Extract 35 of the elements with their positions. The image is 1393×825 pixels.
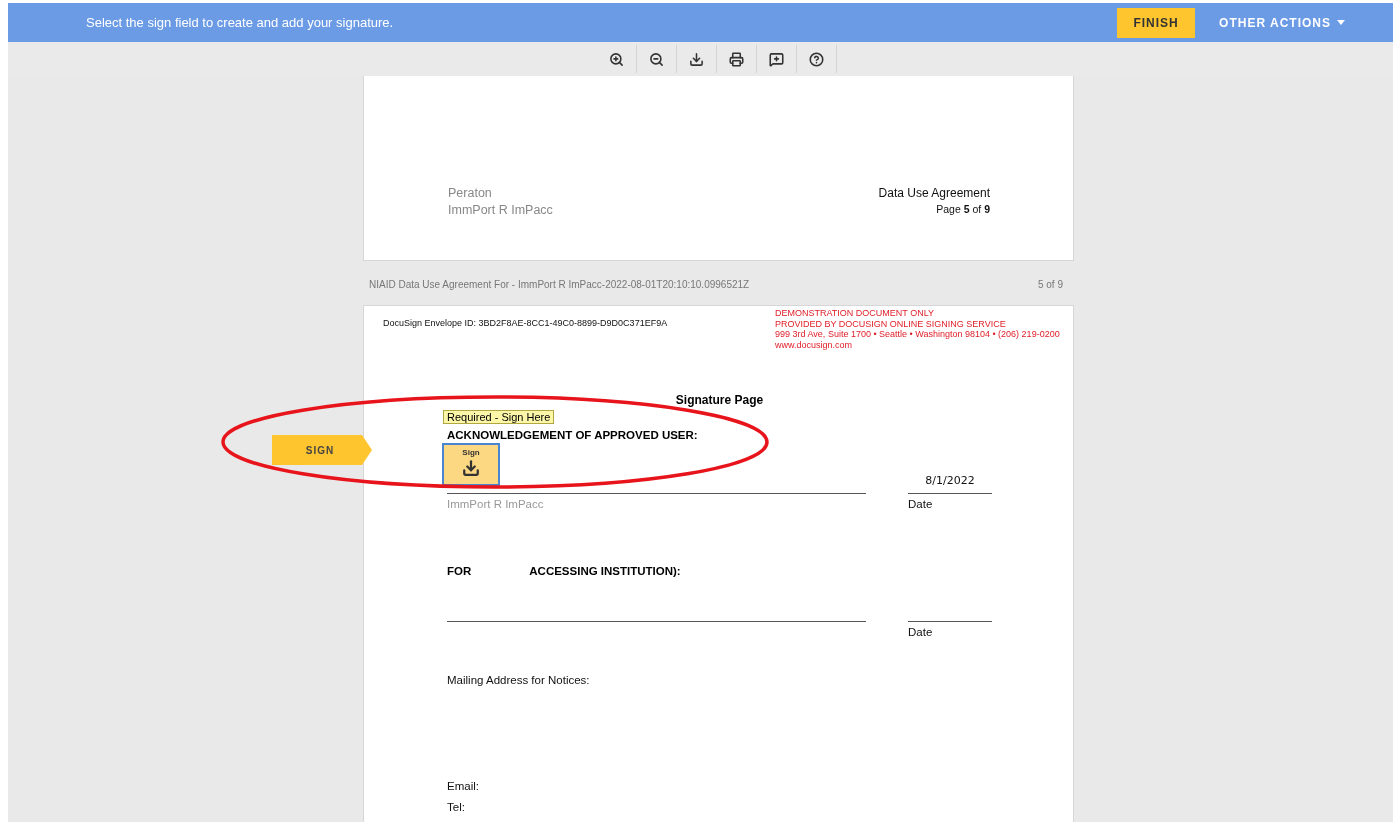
signer-name: ImmPort R ImPacc — [447, 498, 545, 510]
zoom-out-icon — [648, 51, 664, 67]
zoom-in-icon — [608, 51, 624, 67]
date-value: 8/1/2022 — [925, 474, 975, 487]
mailing-label: Mailing Address for Notices: — [447, 674, 591, 686]
finish-button[interactable]: FINISH — [1117, 7, 1196, 38]
email-label: Email: — [447, 780, 480, 792]
demo-notice: 999 3rd Ave, Suite 1700 • Seattle • Washington 98104 • (206) 219-0200 — [775, 329, 1061, 340]
comment-add-icon — [768, 51, 784, 67]
printer-icon — [728, 51, 744, 67]
demo-notice: PROVIDED BY DOCUSIGN ONLINE SIGNING SERVICE — [775, 318, 1007, 329]
tel-label: Tel: — [447, 801, 466, 813]
section-heading: ACCESSING INSTITUTION): — [529, 565, 681, 577]
envelope-id: DocuSign Envelope ID: 3BD2F8AE-8CC1-49C0-8899-D9D0C371EF9A — [383, 318, 668, 330]
download-icon — [688, 51, 704, 67]
sign-field[interactable]: Sign — [442, 443, 500, 486]
section-heading: ACKNOWLEDGEMENT OF APPROVED USER: — [447, 429, 698, 441]
footer-text: ImmPort R ImPacc — [448, 203, 553, 217]
page-title: Signature Page — [674, 393, 765, 407]
download-icon — [462, 459, 480, 477]
page-number: Page 5 of 9 — [935, 203, 990, 215]
page-count: 5 of 9 — [1037, 279, 1063, 292]
footer-text: Peraton — [448, 186, 493, 200]
date-label: Date — [908, 626, 934, 638]
caret-icon — [1337, 20, 1345, 25]
demo-notice: DEMONSTRATION DOCUMENT ONLY — [775, 308, 935, 319]
date-label: Date — [908, 498, 934, 510]
required-tooltip: Required - Sign Here — [443, 410, 555, 424]
instruction-text: Select the sign field to create and add your signature. — [86, 15, 395, 30]
help-icon — [808, 51, 824, 67]
section-heading: FOR — [447, 565, 472, 577]
footer-title: Data Use Agreement — [878, 186, 990, 200]
demo-notice: www.docusign.com — [775, 339, 854, 350]
document-name: NIAID Data Use Agreement For - ImmPort R ImPacc-2022-08-01T20:10:10.0996521Z — [369, 279, 750, 292]
sign-tag[interactable]: SIGN — [272, 435, 372, 465]
